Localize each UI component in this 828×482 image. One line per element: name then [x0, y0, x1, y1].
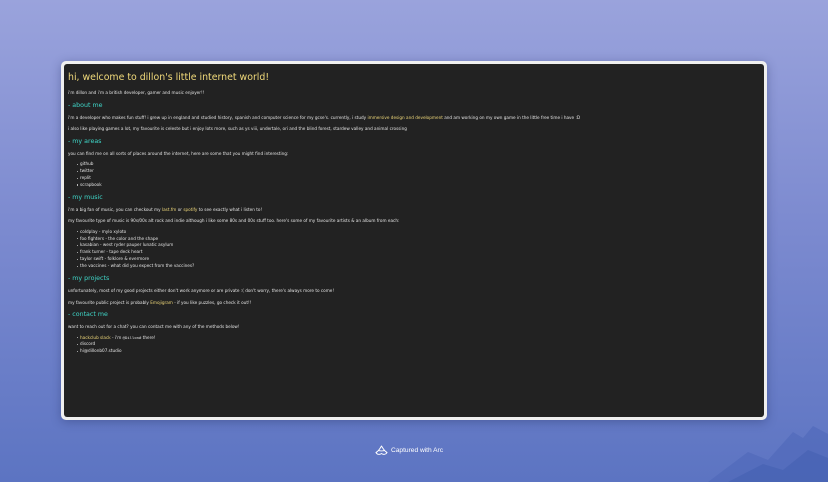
arc-logo-icon [375, 445, 388, 455]
about-text-end: and am working on my own game in the lit… [442, 114, 581, 120]
about-heading: - about me [68, 101, 103, 109]
contact-list: hackclub slack - i'm @Dillon# there! dis… [68, 335, 760, 356]
areas-intro: you can find me on all sorts of places a… [68, 150, 289, 156]
github-link[interactable]: github [77, 161, 760, 168]
list-item: kasabian - west ryder pauper lunatic asy… [77, 242, 760, 249]
list-item: frank turner - tape deck heart [77, 249, 760, 256]
areas-heading: - my areas [68, 137, 102, 145]
projects-heading: - my projects [68, 275, 110, 283]
slack-item: hackclub slack - i'm @Dillon# there! [77, 334, 760, 342]
contact-heading: - contact me [68, 311, 108, 319]
email-link[interactable]: hi@dillonb07.studio [77, 348, 760, 355]
immersive-design-link[interactable]: immersive design and development [367, 115, 442, 120]
music-paragraph-1: i'm a big fan of music, you can checkout… [68, 207, 760, 213]
slack-text-end: there! [141, 334, 156, 340]
contact-intro: want to reach out for a chat? you can co… [68, 324, 240, 330]
music-heading: - my music [68, 193, 103, 201]
music-text: i'm a big fan of music, you can checkout… [68, 206, 162, 212]
about-paragraph-2: i also like playing games a lot, my favo… [68, 126, 407, 131]
projects-text: my favourite public project is probably [68, 299, 151, 305]
projects-text-end: - if you like puzzles, go check it out!! [172, 299, 252, 305]
list-item: taylor swift - folklore & evermore [77, 256, 760, 263]
projects-paragraph-2: my favourite public project is probably … [68, 300, 760, 306]
spotify-link[interactable]: spotify [183, 207, 197, 212]
twitter-link[interactable]: twitter [77, 168, 760, 175]
lastfm-link[interactable]: last.fm [162, 207, 176, 212]
about-text: i'm a developer who makes fun stuff! i g… [68, 114, 368, 120]
projects-paragraph-1: unfortunately, most of my good projects … [68, 288, 335, 294]
hackclub-slack-link[interactable]: hackclub slack [80, 335, 111, 340]
discord-link[interactable]: discord [77, 341, 760, 348]
browser-window: hi, welcome to dillon's little internet … [61, 61, 767, 420]
music-paragraph-2: my favourite type of music is 90s/00s al… [68, 218, 400, 224]
scrapbook-link[interactable]: scrapbook [77, 182, 760, 189]
slack-handle: @Dillon# [122, 334, 142, 340]
areas-list: github twitter replit scrapbook [68, 161, 760, 189]
list-item: coldplay - mylo xyloto [77, 229, 760, 236]
list-item: foo fighters - the color and the shape [77, 236, 760, 243]
intro-text: i'm dillon and i'm a british developer, … [68, 90, 205, 95]
replit-link[interactable]: replit [77, 175, 760, 182]
web-page-content: hi, welcome to dillon's little internet … [64, 64, 764, 417]
arc-capture-badge: Captured with Arc [375, 445, 443, 456]
captured-with-arc-text: Captured with Arc [391, 447, 444, 454]
emojigram-link[interactable]: Emojigram [150, 300, 173, 305]
list-item: the vaccines - what did you expect from … [77, 263, 760, 270]
about-paragraph-1: i'm a developer who makes fun stuff! i g… [68, 115, 760, 121]
music-text-end: to see exactly what i listen to! [197, 206, 263, 212]
page-title: hi, welcome to dillon's little internet … [68, 72, 270, 83]
albums-list: coldplay - mylo xyloto foo fighters - th… [68, 229, 760, 270]
background-mountain-decoration [708, 426, 828, 482]
slack-text: - i'm [110, 334, 123, 340]
